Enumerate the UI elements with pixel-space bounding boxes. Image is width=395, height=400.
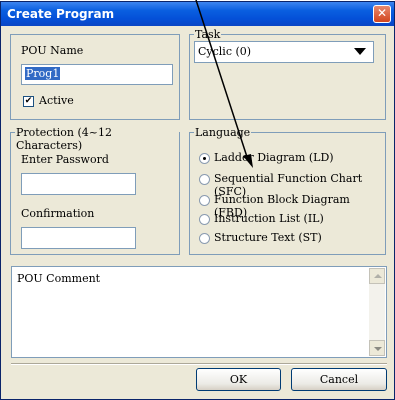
- annotation-arrow: [195, 0, 253, 168]
